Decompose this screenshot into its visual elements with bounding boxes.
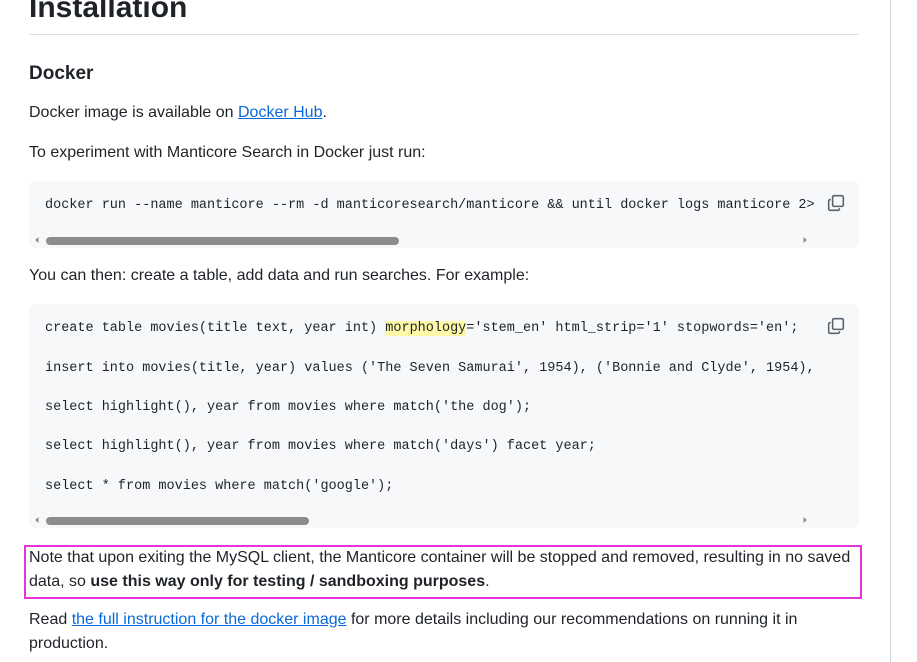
- read-text: Read: [29, 611, 72, 628]
- page-right-border: [890, 0, 891, 662]
- docker-hub-period: .: [322, 104, 327, 121]
- heading-divider: [29, 34, 859, 35]
- docker-hub-text: Docker image is available on: [29, 104, 238, 121]
- scroll-right-arrow-icon[interactable]: [800, 515, 810, 525]
- create-options: ='stem_en' html_strip='1' stopwords='en'…: [466, 321, 799, 336]
- full-instruction-link[interactable]: the full instruction for the docker imag…: [72, 611, 347, 628]
- scroll-thumb[interactable]: [46, 517, 309, 525]
- sql-example-code-block: create table movies(title text, year int…: [29, 304, 859, 528]
- note-paragraph: Note that upon exiting the MySQL client,…: [29, 546, 859, 594]
- copy-icon[interactable]: [827, 317, 845, 335]
- production-text: production.: [29, 635, 109, 652]
- code-line-select-facet: select highlight(), year from movies whe…: [45, 439, 596, 454]
- experiment-paragraph: To experiment with Manticore Search in D…: [29, 144, 426, 161]
- code-line-create: create table movies(title text, year int…: [45, 319, 815, 339]
- example-paragraph: You can then: create a table, add data a…: [29, 267, 530, 284]
- docker-hub-link[interactable]: Docker Hub: [238, 104, 322, 121]
- docker-run-command: docker run --name manticore --rm -d mant…: [45, 198, 815, 213]
- code-line-select-dog: select highlight(), year from movies whe…: [45, 400, 532, 415]
- docker-hub-paragraph: Docker image is available on Docker Hub.: [29, 101, 327, 125]
- code-line-select-google: select * from movies where match('google…: [45, 479, 394, 494]
- highlighted-term: morphology: [385, 321, 467, 336]
- code-scrollbar[interactable]: [29, 233, 815, 247]
- scroll-left-arrow-icon[interactable]: [32, 235, 42, 245]
- scroll-right-arrow-icon[interactable]: [800, 235, 810, 245]
- docker-run-code-block: docker run --name manticore --rm -d mant…: [29, 181, 859, 248]
- details-text: for more details including our recommend…: [346, 611, 798, 628]
- note-bold-text: use this way only for testing / sandboxi…: [90, 573, 486, 590]
- create-text: create table movies(title text, year int…: [45, 321, 386, 336]
- installation-heading: Installation: [29, 0, 188, 24]
- code-scrollbar[interactable]: [29, 513, 815, 527]
- scroll-thumb[interactable]: [46, 237, 399, 245]
- code-line-insert: insert into movies(title, year) values (…: [45, 361, 815, 376]
- full-instruction-paragraph: Read the full instruction for the docker…: [29, 608, 797, 632]
- scroll-left-arrow-icon[interactable]: [32, 515, 42, 525]
- note-period: .: [485, 573, 490, 590]
- docker-heading: Docker: [29, 63, 94, 84]
- copy-icon[interactable]: [827, 194, 845, 212]
